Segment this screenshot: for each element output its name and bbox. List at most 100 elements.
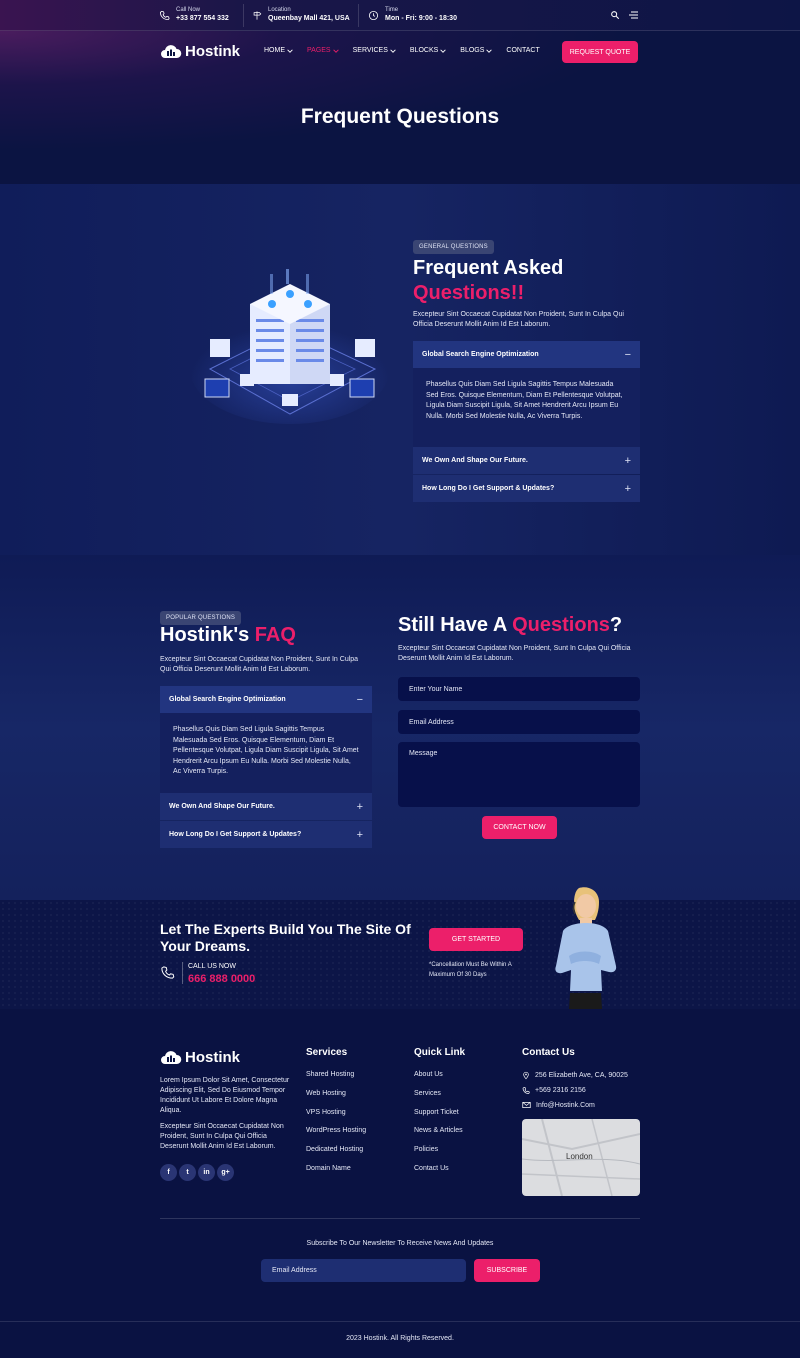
- footer-link[interactable]: VPS Hosting: [306, 1109, 366, 1128]
- footer-link[interactable]: About Us: [414, 1071, 463, 1090]
- call-value: +33 877 554 332: [176, 15, 229, 22]
- accordion-item[interactable]: We Own And Shape Our Future. +: [413, 447, 640, 474]
- form-title: Still Have A Questions?: [398, 614, 622, 637]
- popular-intro: Excepteur Sint Occaecat Cupidatat Non Pr…: [160, 656, 359, 673]
- request-quote-button[interactable]: REQUEST QUOTE: [562, 41, 638, 63]
- popular-questions-section: POPULAR QUESTIONS Hostink's FAQ Excepteu…: [0, 555, 800, 900]
- location-map[interactable]: London: [522, 1119, 640, 1196]
- search-icon[interactable]: [610, 10, 620, 20]
- copyright: 2023 Hostink. All Rights Reserved.: [346, 1335, 454, 1342]
- contact-address: 256 Elizabeth Ave, CA, 90025: [522, 1071, 628, 1080]
- popular-accordion: Global Search Engine Optimization − Phase…: [160, 686, 372, 848]
- footer-link[interactable]: Services: [414, 1090, 463, 1109]
- accordion-item[interactable]: How Long Do I Get Support & Updates? +: [413, 475, 640, 502]
- message-field[interactable]: Message: [398, 742, 640, 807]
- newsletter-email-input[interactable]: Email Address: [261, 1259, 466, 1282]
- accordion-item-open[interactable]: Global Search Engine Optimization −: [160, 686, 372, 713]
- chevron-down-icon: [332, 48, 339, 53]
- cta-phone[interactable]: 666 888 0000: [188, 973, 255, 985]
- facebook-icon[interactable]: f: [160, 1164, 177, 1181]
- cta-band: Let The Experts Build You The Site Of Yo…: [0, 887, 800, 1009]
- signpost-icon: [253, 10, 262, 20]
- email-field[interactable]: Email Address: [398, 710, 640, 734]
- contact-now-button[interactable]: CONTACT NOW: [482, 816, 557, 839]
- time-value: Mon - Fri: 9:00 - 18:30: [385, 15, 457, 22]
- address-text: 256 Elizabeth Ave, CA, 90025: [535, 1072, 628, 1079]
- minus-icon: −: [356, 693, 363, 706]
- nav-blogs[interactable]: BLOGS: [460, 47, 493, 54]
- nav-label: PAGES: [307, 47, 331, 54]
- topbar-call[interactable]: Call Now +33 877 554 332: [159, 6, 229, 24]
- nav-label: CONTACT: [506, 47, 540, 54]
- contact-phone[interactable]: +569 2316 2156: [522, 1086, 628, 1095]
- general-questions-section: GENERAL QUESTIONS Frequent Asked Questio…: [0, 184, 800, 555]
- divider: [182, 962, 183, 984]
- footer-link[interactable]: Contact Us: [414, 1165, 463, 1184]
- chevron-down-icon: [390, 48, 396, 53]
- server-illustration: [190, 269, 390, 424]
- call-label: Call Now: [176, 7, 201, 13]
- topbar-time: Time Mon - Fri: 9:00 - 18:30: [368, 6, 457, 24]
- form-intro: Excepteur Sint Occaecat Cupidatat Non Pr…: [398, 645, 631, 662]
- nav-label: SERVICES: [352, 47, 388, 54]
- section-tag: POPULAR QUESTIONS: [160, 611, 242, 625]
- get-started-button[interactable]: GET STARTED: [429, 928, 523, 951]
- social-links: f t in g+: [160, 1164, 234, 1181]
- accordion-answer: Phasellus Quis Diam Sed Ligula Sagittis …: [160, 713, 372, 793]
- nav-label: BLOCKS: [409, 47, 439, 54]
- general-accordion: Global Search Engine Optimization − Phase…: [413, 341, 640, 502]
- footer-bottom-divider: [0, 1321, 800, 1322]
- menu-icon[interactable]: [628, 11, 638, 19]
- footer-link[interactable]: Support Ticket: [414, 1109, 463, 1128]
- accordion-question: We Own And Shape Our Future.: [422, 457, 528, 464]
- accordion-answer: Phasellus Quis Diam Sed Ligula Sagittis …: [413, 368, 640, 447]
- nav-label: HOME: [264, 47, 285, 54]
- general-title: Frequent Asked Questions!!: [413, 256, 563, 306]
- accordion-question: Global Search Engine Optimization: [169, 696, 286, 703]
- accordion-item-open[interactable]: Global Search Engine Optimization −: [413, 341, 640, 368]
- footer-link[interactable]: WordPress Hosting: [306, 1127, 366, 1146]
- accordion-item[interactable]: How Long Do I Get Support & Updates? +: [160, 821, 372, 848]
- footer-link[interactable]: News & Articles: [414, 1127, 463, 1146]
- name-field[interactable]: Enter Your Name: [398, 677, 640, 701]
- title-line: Frequent Asked: [413, 257, 564, 279]
- phone-text: +569 2316 2156: [535, 1087, 586, 1094]
- plus-icon: +: [624, 482, 631, 495]
- plus-icon: +: [356, 800, 363, 813]
- footer-link[interactable]: Domain Name: [306, 1165, 366, 1184]
- email-text: Info@Hostink.Com: [536, 1101, 595, 1109]
- nav-contact[interactable]: CONTACT: [506, 47, 539, 54]
- location-value: Queenbay Mall 421, USA: [268, 15, 350, 22]
- accordion-item[interactable]: We Own And Shape Our Future. +: [160, 793, 372, 820]
- nav-blocks[interactable]: BLOCKS: [409, 47, 447, 54]
- newsletter-text: Subscribe To Our Newsletter To Receive N…: [306, 1240, 494, 1247]
- services-list: Shared Hosting Web Hosting VPS Hosting W…: [306, 1071, 366, 1184]
- footer-link[interactable]: Shared Hosting: [306, 1071, 366, 1090]
- nav-home[interactable]: HOME: [264, 47, 293, 54]
- contact-email[interactable]: Info@Hostink.Com: [522, 1101, 628, 1109]
- site-footer: Hostink Lorem Ipsum Dolor Sit Amet, Cons…: [0, 1009, 800, 1358]
- footer-link[interactable]: Dedicated Hosting: [306, 1146, 366, 1165]
- footer-link[interactable]: Policies: [414, 1146, 463, 1165]
- nav-services[interactable]: SERVICES: [353, 47, 396, 54]
- subscribe-button[interactable]: SUBSCRIBE: [474, 1259, 540, 1282]
- site-logo[interactable]: Hostink: [160, 43, 240, 60]
- footer-about: Lorem Ipsum Dolor Sit Amet, Consectetur …: [160, 1077, 290, 1114]
- twitter-icon[interactable]: t: [179, 1164, 196, 1181]
- plus-icon: +: [356, 828, 363, 841]
- services-heading: Services: [306, 1047, 348, 1058]
- google-plus-icon[interactable]: g+: [217, 1164, 234, 1181]
- title-part: ?: [609, 614, 623, 636]
- linkedin-icon[interactable]: in: [198, 1164, 215, 1181]
- divider: [243, 4, 244, 27]
- divider: [358, 4, 359, 27]
- title-part: Still Have A: [398, 614, 507, 636]
- general-questions-tag-wrap: GENERAL QUESTIONS: [413, 235, 494, 254]
- section-tag: GENERAL QUESTIONS: [413, 240, 494, 254]
- plus-icon: +: [624, 454, 631, 467]
- footer-link[interactable]: Web Hosting: [306, 1090, 366, 1109]
- nav-pages[interactable]: PAGES: [307, 47, 339, 54]
- footer-logo[interactable]: Hostink: [160, 1049, 240, 1066]
- minus-icon: −: [624, 348, 631, 361]
- footer-divider: [160, 1218, 640, 1219]
